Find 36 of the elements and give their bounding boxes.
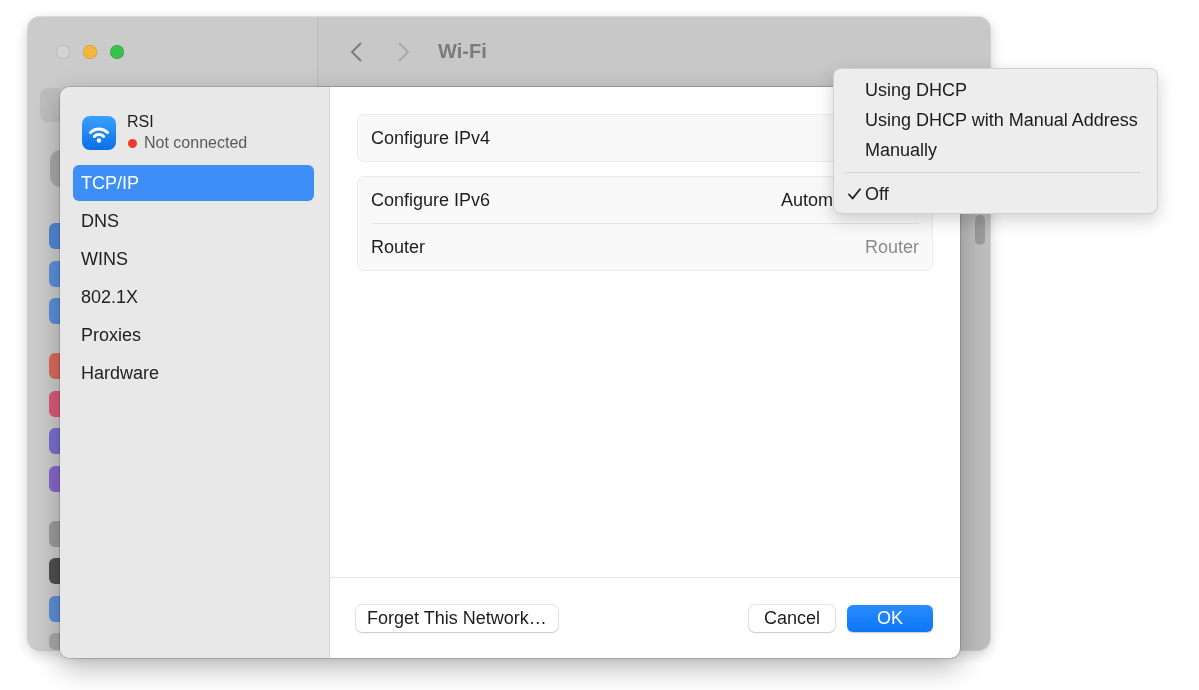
dialog-button[interactable]: Cancel	[749, 604, 835, 632]
menu-item[interactable]: Using DHCP	[839, 75, 1152, 105]
search-field[interactable]	[40, 88, 60, 122]
app-icon[interactable]	[49, 595, 60, 622]
app-icon[interactable]	[49, 390, 60, 417]
app-icon[interactable]	[49, 558, 60, 584]
menu-item[interactable]: Manually	[839, 135, 1152, 165]
app-icon[interactable]	[49, 223, 60, 249]
app-icon[interactable]	[49, 353, 60, 379]
text-field[interactable]: Router	[789, 236, 919, 258]
app-icon[interactable]	[49, 465, 60, 492]
network-name: RSI	[127, 113, 155, 131]
menu-item[interactable]: Using DHCP with Manual Address	[839, 105, 1152, 135]
wifi-icon	[82, 115, 116, 150]
row-label: Configure IPv4	[371, 127, 492, 149]
app-icon[interactable]	[49, 298, 60, 324]
sidebar-item[interactable]: Proxies	[73, 317, 314, 353]
sidebar-item[interactable]: 802.1X	[73, 279, 314, 315]
chevron-left-icon	[350, 41, 362, 62]
zoom-button[interactable]	[110, 45, 124, 59]
chevron-right-icon	[398, 41, 410, 62]
sidebar-item[interactable]: Hardware	[73, 355, 314, 391]
connection-status: Not connected	[144, 134, 248, 152]
row-label: Configure IPv6	[371, 189, 492, 211]
ok-button[interactable]: OK	[847, 604, 933, 632]
sidebar-item[interactable]: DNS	[73, 203, 314, 239]
minimize-button[interactable]	[83, 45, 97, 59]
window-title: Wi-Fi	[438, 40, 487, 63]
app-icon[interactable]	[49, 428, 60, 454]
dropdown-value[interactable]: Autom	[781, 189, 834, 211]
sidebar-item[interactable]: WINS	[73, 241, 314, 277]
scrollbar-thumb[interactable]	[975, 215, 985, 245]
app-icon[interactable]	[49, 260, 60, 287]
row-label: Router	[371, 236, 427, 258]
dialog-button[interactable]: Forget This Network…	[356, 604, 558, 632]
menu-item[interactable]: Off	[839, 179, 1152, 209]
